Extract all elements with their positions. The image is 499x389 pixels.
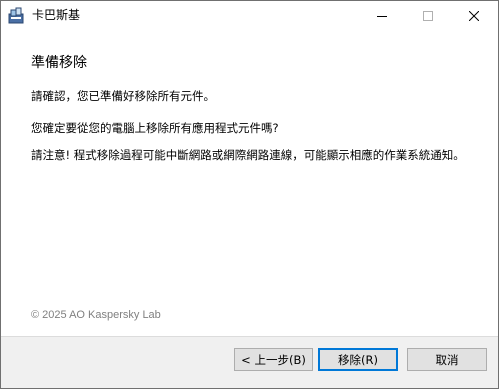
cancel-button[interactable]: 取消 — [407, 348, 487, 371]
copyright-text: © 2025 AO Kaspersky Lab — [31, 309, 161, 321]
installer-window: 卡巴斯基 準備移除 請確認，您已準備好移除所有元件。 您確定要從您的電腦上移除所… — [0, 0, 499, 389]
close-button[interactable] — [451, 1, 497, 30]
window-title: 卡巴斯基 — [32, 8, 81, 22]
title-bar[interactable]: 卡巴斯基 — [1, 1, 498, 30]
question-text: 您確定要從您的電腦上移除所有應用程式元件嗎? — [31, 121, 279, 135]
back-button[interactable]: < 上一步(B) — [234, 348, 313, 371]
kaspersky-installer-icon — [8, 7, 24, 24]
warning-text: 請注意! 程式移除過程可能中斷網路或網際網路連線，可能顯示相應的作業系統通知。 — [31, 148, 465, 162]
content-panel: 準備移除 請確認，您已準備好移除所有元件。 您確定要從您的電腦上移除所有應用程式… — [1, 30, 498, 336]
button-bar: < 上一步(B) 移除(R) 取消 — [1, 337, 498, 388]
maximize-button[interactable] — [405, 1, 451, 30]
maximize-icon — [423, 10, 433, 21]
page-title: 準備移除 — [31, 55, 87, 71]
confirm-text: 請確認，您已準備好移除所有元件。 — [31, 89, 215, 103]
minimize-icon — [377, 15, 387, 17]
minimize-button[interactable] — [359, 1, 405, 30]
close-icon — [469, 10, 479, 21]
remove-button[interactable]: 移除(R) — [318, 348, 398, 371]
